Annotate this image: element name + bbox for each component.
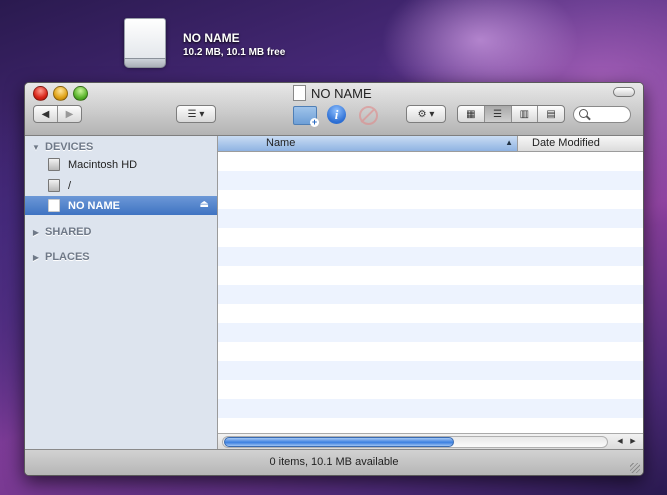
- list-rows: [218, 152, 643, 433]
- file-list[interactable]: Name ▲ Date Modified: [218, 136, 643, 433]
- cover-flow-button[interactable]: ▤: [537, 106, 564, 122]
- section-label: DEVICES: [45, 141, 94, 153]
- title-bar[interactable]: NO NAME ◀ ▶ ☰ ▾ + i ⚙ ▾ ▦ ☰ ▥ ▤: [25, 83, 643, 136]
- desktop-drive-label: NO NAME 10.2 MB, 10.1 MB free: [183, 31, 285, 58]
- sidebar-item-macintosh-hd[interactable]: Macintosh HD: [25, 155, 217, 174]
- disclosure-triangle-icon: ▶: [32, 227, 40, 237]
- sidebar-item-root[interactable]: /: [25, 176, 217, 195]
- scroll-track[interactable]: [222, 436, 608, 448]
- empty-list-row: [218, 285, 643, 304]
- forward-arrow-icon: ▶: [65, 108, 74, 120]
- new-folder-button[interactable]: +: [293, 106, 319, 127]
- info-icon: i: [334, 107, 339, 122]
- window-title-text: NO NAME: [311, 85, 372, 101]
- empty-list-row: [218, 171, 643, 190]
- status-bar: 0 items, 10.1 MB available: [25, 449, 643, 475]
- sidebar-section-places[interactable]: ▶ PLACES: [25, 249, 90, 265]
- sort-ascending-icon: ▲: [505, 138, 513, 147]
- sidebar-item-label: /: [68, 179, 72, 192]
- back-forward-control: ◀ ▶: [33, 105, 82, 123]
- empty-list-row: [218, 266, 643, 285]
- empty-list-row: [218, 361, 643, 380]
- section-label: PLACES: [45, 251, 90, 263]
- view-mode-control: ▦ ☰ ▥ ▤: [457, 105, 565, 123]
- disclosure-triangle-icon: ▶: [32, 252, 40, 262]
- list-header: Name ▲ Date Modified: [218, 136, 643, 152]
- get-info-button[interactable]: i: [327, 105, 346, 124]
- column-header-date-modified[interactable]: Date Modified: [532, 137, 600, 149]
- document-icon: [293, 85, 306, 101]
- back-arrow-icon: ◀: [41, 108, 50, 120]
- scroll-right-button[interactable]: ▶: [627, 436, 639, 447]
- zoom-button[interactable]: [73, 86, 88, 101]
- delete-disabled-icon: [359, 106, 378, 125]
- section-label: SHARED: [45, 226, 92, 238]
- column-view-icon: ▥: [519, 108, 530, 120]
- empty-list-row: [218, 152, 643, 171]
- toolbar-toggle-button[interactable]: [613, 87, 635, 97]
- status-text: 0 items, 10.1 MB available: [269, 456, 399, 468]
- icon-view-button[interactable]: ▦: [458, 106, 484, 122]
- close-button[interactable]: [33, 86, 48, 101]
- list-view-icon: ☰: [493, 108, 503, 120]
- empty-list-row: [218, 380, 643, 399]
- sidebar: ▼ DEVICES Macintosh HD / NO NAME ⏏ ▶ SHA…: [25, 136, 218, 449]
- empty-list-row: [218, 209, 643, 228]
- eject-icon[interactable]: ⏏: [200, 199, 209, 210]
- action-menu-button[interactable]: ⚙ ▾: [406, 105, 446, 123]
- cover-flow-icon: ▤: [546, 108, 556, 120]
- sidebar-item-label: Macintosh HD: [68, 158, 138, 171]
- horizontal-scrollbar[interactable]: ◀ ▶: [218, 433, 643, 450]
- gear-icon: ⚙ ▾: [417, 108, 435, 120]
- hard-drive-icon: [48, 158, 60, 171]
- resize-grip-icon[interactable]: [630, 463, 640, 473]
- disclosure-triangle-icon: ▼: [32, 142, 40, 152]
- column-header-label: Name: [266, 137, 296, 149]
- desktop-drive-info: 10.2 MB, 10.1 MB free: [183, 47, 286, 58]
- search-field[interactable]: [573, 106, 631, 123]
- empty-list-row: [218, 247, 643, 266]
- sidebar-section-shared[interactable]: ▶ SHARED: [25, 224, 92, 240]
- column-header-name[interactable]: Name ▲: [218, 136, 518, 151]
- back-button[interactable]: ◀: [34, 106, 57, 122]
- drive-lip: [124, 58, 166, 68]
- empty-list-row: [218, 342, 643, 361]
- empty-list-row: [218, 323, 643, 342]
- desktop-drive-name: NO NAME: [183, 31, 240, 45]
- empty-list-row: [218, 304, 643, 323]
- desktop-drive-icon[interactable]: [120, 14, 170, 68]
- empty-list-row: [218, 399, 643, 418]
- hard-drive-icon: [48, 179, 60, 192]
- column-view-button[interactable]: ▥: [510, 106, 538, 122]
- removable-drive-icon: [48, 199, 60, 212]
- window-title: NO NAME: [293, 84, 372, 102]
- empty-list-row: [218, 190, 643, 209]
- empty-list-row: [218, 228, 643, 247]
- plus-icon: +: [310, 117, 319, 127]
- arrange-icon: ☰ ▾: [187, 108, 205, 120]
- sidebar-item-no-name[interactable]: NO NAME ⏏: [25, 196, 217, 215]
- icon-view-icon: ▦: [466, 108, 476, 120]
- finder-window: NO NAME ◀ ▶ ☰ ▾ + i ⚙ ▾ ▦ ☰ ▥ ▤ ▼ DEVICE…: [24, 82, 644, 476]
- list-view-button[interactable]: ☰: [483, 106, 511, 122]
- forward-button[interactable]: ▶: [57, 106, 81, 122]
- empty-list-row: [218, 418, 643, 433]
- arrange-menu-button[interactable]: ☰ ▾: [176, 105, 216, 123]
- scroll-left-button[interactable]: ◀: [614, 436, 626, 447]
- sidebar-item-label: NO NAME: [68, 199, 120, 212]
- sidebar-section-devices[interactable]: ▼ DEVICES: [25, 139, 93, 155]
- search-icon: [579, 109, 588, 118]
- scroll-thumb[interactable]: [224, 437, 454, 447]
- minimize-button[interactable]: [53, 86, 68, 101]
